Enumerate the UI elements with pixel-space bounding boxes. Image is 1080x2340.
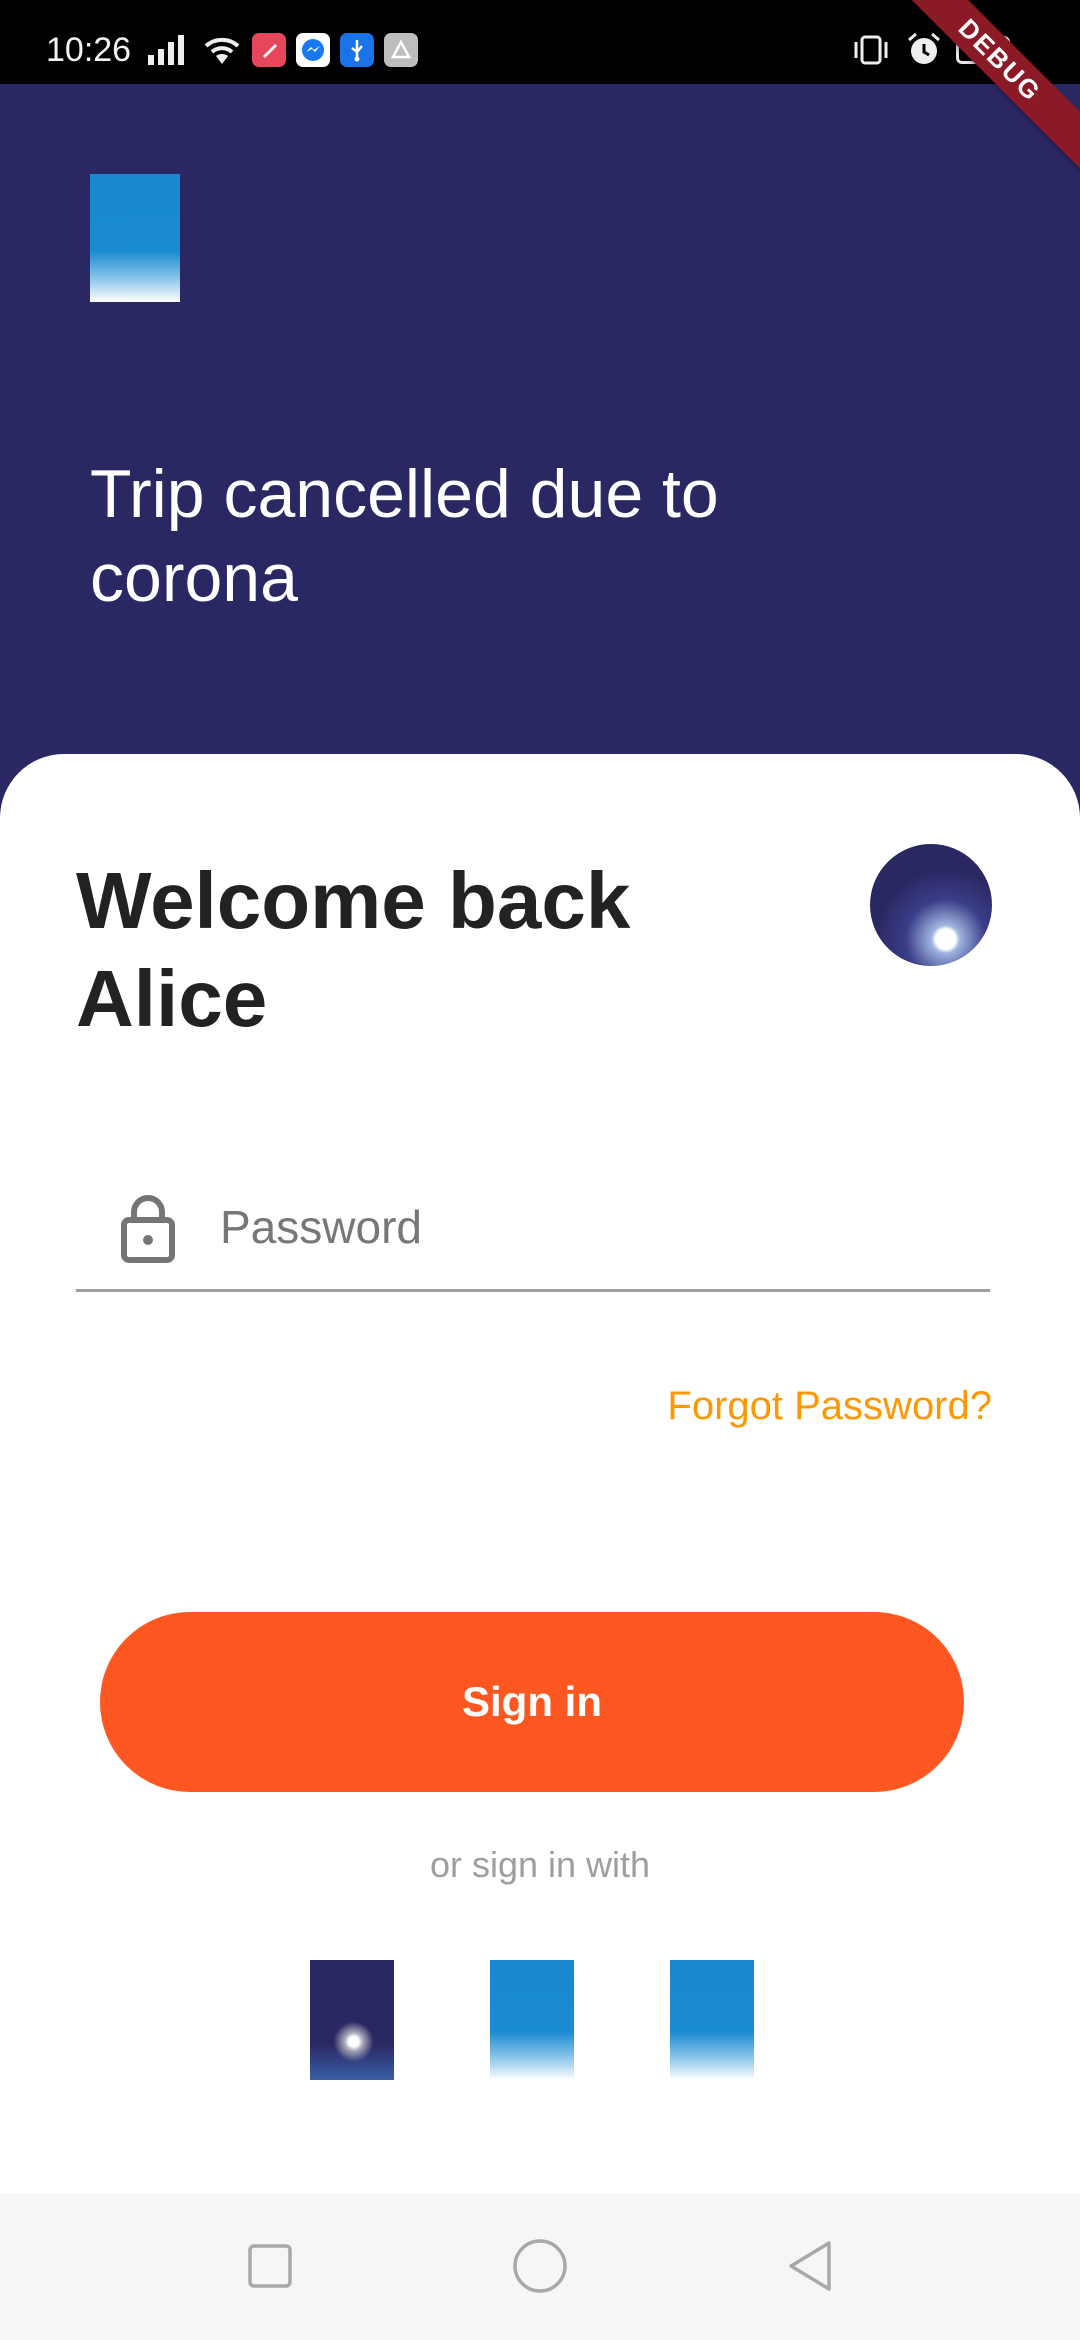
home-button[interactable] [510,2236,570,2296]
recent-apps-button[interactable] [240,2236,300,2296]
welcome-heading: Welcome back Alice [76,856,631,1043]
system-nav-bar [0,2194,1080,2340]
circle-icon [513,2239,567,2293]
messenger-icon [296,33,330,67]
app-store-icon [384,33,418,67]
sign-in-button[interactable]: Sign in [100,1612,964,1792]
social-login-button-3[interactable] [670,1960,754,2080]
debug-banner: DEBUG [879,0,1080,181]
square-icon [248,2244,292,2288]
status-bar: 10:26 DEBUG [0,0,1080,181]
triangle-back-icon [789,2241,831,2291]
alarm-icon [908,32,940,64]
vibrate-icon [854,35,888,65]
login-card: Welcome back Alice Forgot Password? Sign… [0,754,1080,2194]
signal-icon [148,35,184,65]
status-left-icons [148,30,418,70]
avatar[interactable] [870,844,992,966]
password-field[interactable] [76,1164,990,1292]
password-underline [76,1289,990,1292]
header-logo-image [90,174,180,302]
forgot-password-link[interactable]: Forgot Password? [667,1384,992,1429]
status-time: 10:26 [46,31,132,69]
usb-icon [340,33,374,67]
wifi-icon [204,37,240,64]
password-input[interactable] [220,1182,960,1272]
social-login-row [0,1960,1080,2080]
social-login-button-1[interactable] [310,1960,394,2080]
lock-icon [121,1195,175,1263]
back-button[interactable] [780,2236,840,2296]
app-notification-icon [252,33,286,67]
social-login-button-2[interactable] [490,1960,574,2080]
header-title: Trip cancelled due to corona [90,456,719,616]
or-sign-in-with-label: or sign in with [429,1844,651,1885]
